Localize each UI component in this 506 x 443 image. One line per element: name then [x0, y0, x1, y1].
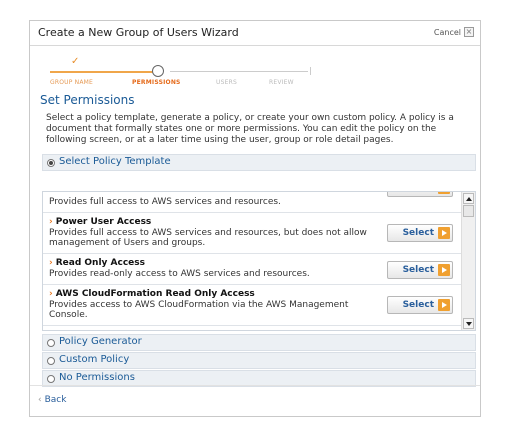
- section-select-policy-template[interactable]: Select Policy Template: [42, 154, 476, 171]
- progress-line-complete: [50, 71, 162, 73]
- cancel-label: Cancel: [433, 27, 461, 37]
- section-title: Select Policy Template: [59, 156, 171, 167]
- select-label: Select: [402, 265, 434, 275]
- wizard-progress: ✓ GROUP NAME PERMISSIONS USERS REVIEW: [40, 51, 320, 86]
- progress-end-tick: [310, 67, 311, 75]
- select-label: Select: [402, 300, 434, 310]
- step-permissions: PERMISSIONS: [132, 79, 181, 86]
- vertical-scrollbar[interactable]: [461, 192, 475, 330]
- radio-no-permissions[interactable]: [47, 375, 55, 383]
- list-item: Provides full access to AWS services and…: [43, 192, 461, 213]
- chevron-left-icon: ‹: [38, 395, 42, 405]
- select-label: Select: [403, 192, 434, 193]
- intro-text: Select a policy template, generate a pol…: [46, 113, 454, 145]
- progress-line-remaining: [170, 71, 308, 72]
- list-item: › AWS CloudFormation Read Only Access Pro…: [43, 285, 461, 326]
- policy-description: Provides access to AWS CloudFormation vi…: [49, 300, 349, 320]
- step-review: REVIEW: [269, 79, 294, 86]
- scroll-down-arrow-icon[interactable]: [463, 318, 474, 329]
- step-group-name: GROUP NAME: [50, 79, 94, 86]
- bullet-arrow-icon: ›: [49, 258, 53, 268]
- scroll-up-arrow-icon[interactable]: [463, 193, 474, 204]
- close-icon[interactable]: ×: [464, 27, 474, 37]
- section-custom-policy[interactable]: Custom Policy: [42, 352, 476, 369]
- radio-select-policy-template[interactable]: [47, 159, 55, 167]
- section-title: Custom Policy: [59, 354, 130, 365]
- section-title: No Permissions: [59, 372, 135, 383]
- section-policy-generator[interactable]: Policy Generator: [42, 334, 476, 351]
- radio-custom-policy[interactable]: [47, 357, 55, 365]
- back-link[interactable]: ‹ Back: [38, 395, 66, 405]
- current-step-circle-icon: [152, 65, 164, 77]
- select-button[interactable]: Select: [387, 296, 453, 314]
- footer-divider: [30, 385, 480, 386]
- scroll-thumb[interactable]: [463, 205, 474, 217]
- policy-template-list[interactable]: Provides full access to AWS services and…: [42, 191, 476, 331]
- list-item: › Power User Access Provides full access …: [43, 213, 461, 254]
- bullet-arrow-icon: ›: [49, 217, 53, 227]
- back-label: Back: [44, 395, 67, 405]
- dialog-title: Create a New Group of Users Wizard: [38, 26, 239, 39]
- section-title: Policy Generator: [59, 336, 142, 347]
- select-button[interactable]: Select: [387, 261, 453, 279]
- dialog-titlebar: Create a New Group of Users Wizard Cance…: [30, 21, 480, 46]
- step-users: USERS: [216, 79, 237, 86]
- select-button[interactable]: Select: [387, 192, 453, 197]
- policy-name-text: Power User Access: [55, 217, 152, 227]
- cancel-button[interactable]: Cancel ×: [434, 27, 474, 37]
- policy-description: Provides read-only access to AWS service…: [49, 269, 310, 279]
- play-arrow-icon: [438, 264, 450, 276]
- policy-name-text: Read Only Access: [55, 258, 145, 268]
- check-icon: ✓: [71, 56, 80, 67]
- list-item: › Read Only Access Provides read-only acc…: [43, 254, 461, 285]
- play-arrow-icon: [438, 299, 450, 311]
- wizard-dialog: Create a New Group of Users Wizard Cance…: [29, 20, 481, 417]
- policy-name-text: AWS CloudFormation Read Only Access: [55, 289, 255, 299]
- select-button[interactable]: Select: [387, 224, 453, 242]
- select-label: Select: [402, 228, 434, 238]
- radio-policy-generator[interactable]: [47, 339, 55, 347]
- page-title: Set Permissions: [40, 93, 135, 107]
- bullet-arrow-icon: ›: [49, 289, 53, 299]
- play-arrow-icon: [438, 192, 450, 194]
- play-arrow-icon: [438, 227, 450, 239]
- policy-description: Provides full access to AWS services and…: [49, 228, 367, 248]
- policy-description: Provides full access to AWS services and…: [49, 197, 281, 207]
